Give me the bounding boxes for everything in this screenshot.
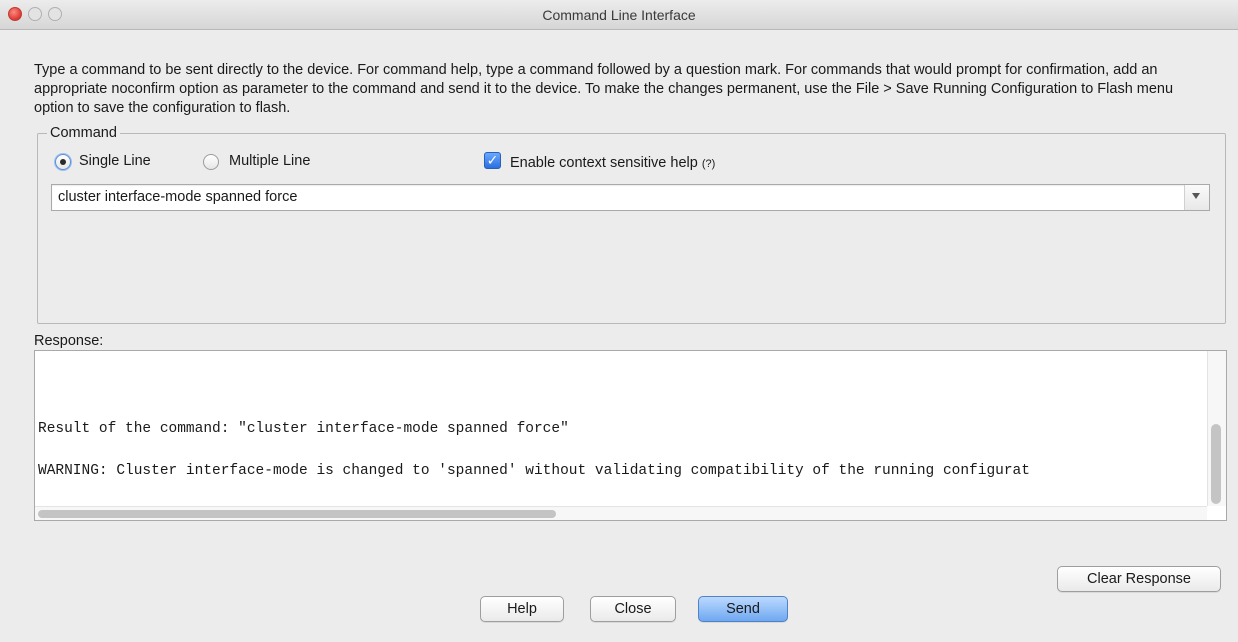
- instructions-text: Type a command to be sent directly to th…: [34, 62, 1174, 116]
- response-line: WARNING: Cluster interface-mode is chang…: [38, 463, 1030, 479]
- response-label: Response:: [34, 333, 104, 349]
- multiple-line-radio[interactable]: [203, 154, 219, 170]
- context-help-hint: (?): [701, 158, 716, 170]
- clear-response-button[interactable]: Clear Response: [1057, 566, 1221, 592]
- context-help-checkbox[interactable]: ✓: [484, 152, 501, 169]
- command-input-value[interactable]: cluster interface-mode spanned force: [58, 188, 297, 207]
- window-title: Command Line Interface: [542, 7, 696, 23]
- context-help-label-text: Enable context sensitive help: [510, 155, 698, 171]
- send-button[interactable]: Send: [698, 596, 788, 622]
- cli-window: Command Line Interface Type a command to…: [0, 0, 1238, 642]
- context-help-label[interactable]: Enable context sensitive help (?): [510, 154, 715, 173]
- horizontal-scroll-thumb[interactable]: [38, 510, 556, 518]
- chevron-down-icon[interactable]: [1192, 193, 1200, 199]
- close-button[interactable]: Close: [590, 596, 676, 622]
- response-line: Result of the command: "cluster interfac…: [38, 421, 569, 437]
- multiple-line-label[interactable]: Multiple Line: [229, 152, 310, 170]
- command-group-legend: Command: [47, 125, 120, 141]
- single-line-label[interactable]: Single Line: [79, 152, 151, 170]
- title-bar[interactable]: Command Line Interface: [0, 0, 1238, 30]
- help-button[interactable]: Help: [480, 596, 564, 622]
- single-line-radio[interactable]: [55, 154, 71, 170]
- vertical-scroll-thumb[interactable]: [1211, 424, 1221, 504]
